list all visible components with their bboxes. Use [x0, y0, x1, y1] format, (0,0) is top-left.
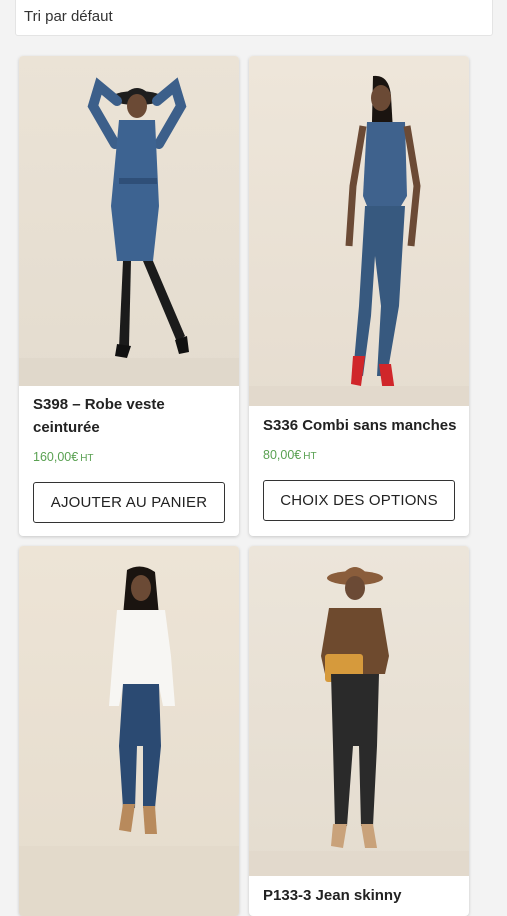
product-card-3 — [19, 546, 239, 916]
product-title[interactable]: S398 – Robe veste ceinturée — [33, 393, 229, 439]
product-price: 160,00€ HT — [33, 450, 94, 464]
product-title[interactable]: P133-3 Jean skinny — [263, 884, 459, 907]
sort-select-label: Tri par défaut — [24, 7, 113, 25]
product-card-s336: S336 Combi sans manches 80,00€ HT CHOIX D… — [249, 56, 469, 536]
sort-select[interactable]: Tri par défaut — [15, 0, 493, 36]
price-amount: 160,00€ — [33, 450, 79, 464]
price-amount: 80,00€ — [263, 448, 302, 462]
product-price: 80,00€ HT — [263, 448, 317, 462]
add-to-cart-button[interactable]: AJOUTER AU PANIER — [33, 482, 225, 523]
product-image-s336[interactable] — [249, 56, 469, 406]
choose-options-button[interactable]: CHOIX DES OPTIONS — [263, 480, 455, 521]
product-title[interactable]: S336 Combi sans manches — [263, 414, 459, 437]
product-card-p133-3: P133-3 Jean skinny — [249, 546, 469, 916]
product-image-p133-3[interactable] — [249, 546, 469, 876]
product-image-3[interactable] — [19, 546, 239, 916]
price-unit: HT — [80, 453, 94, 464]
product-card-s398: S398 – Robe veste ceinturée 160,00€ HT AJ… — [19, 56, 239, 536]
price-unit: HT — [303, 451, 317, 462]
product-image-s398[interactable] — [19, 56, 239, 386]
